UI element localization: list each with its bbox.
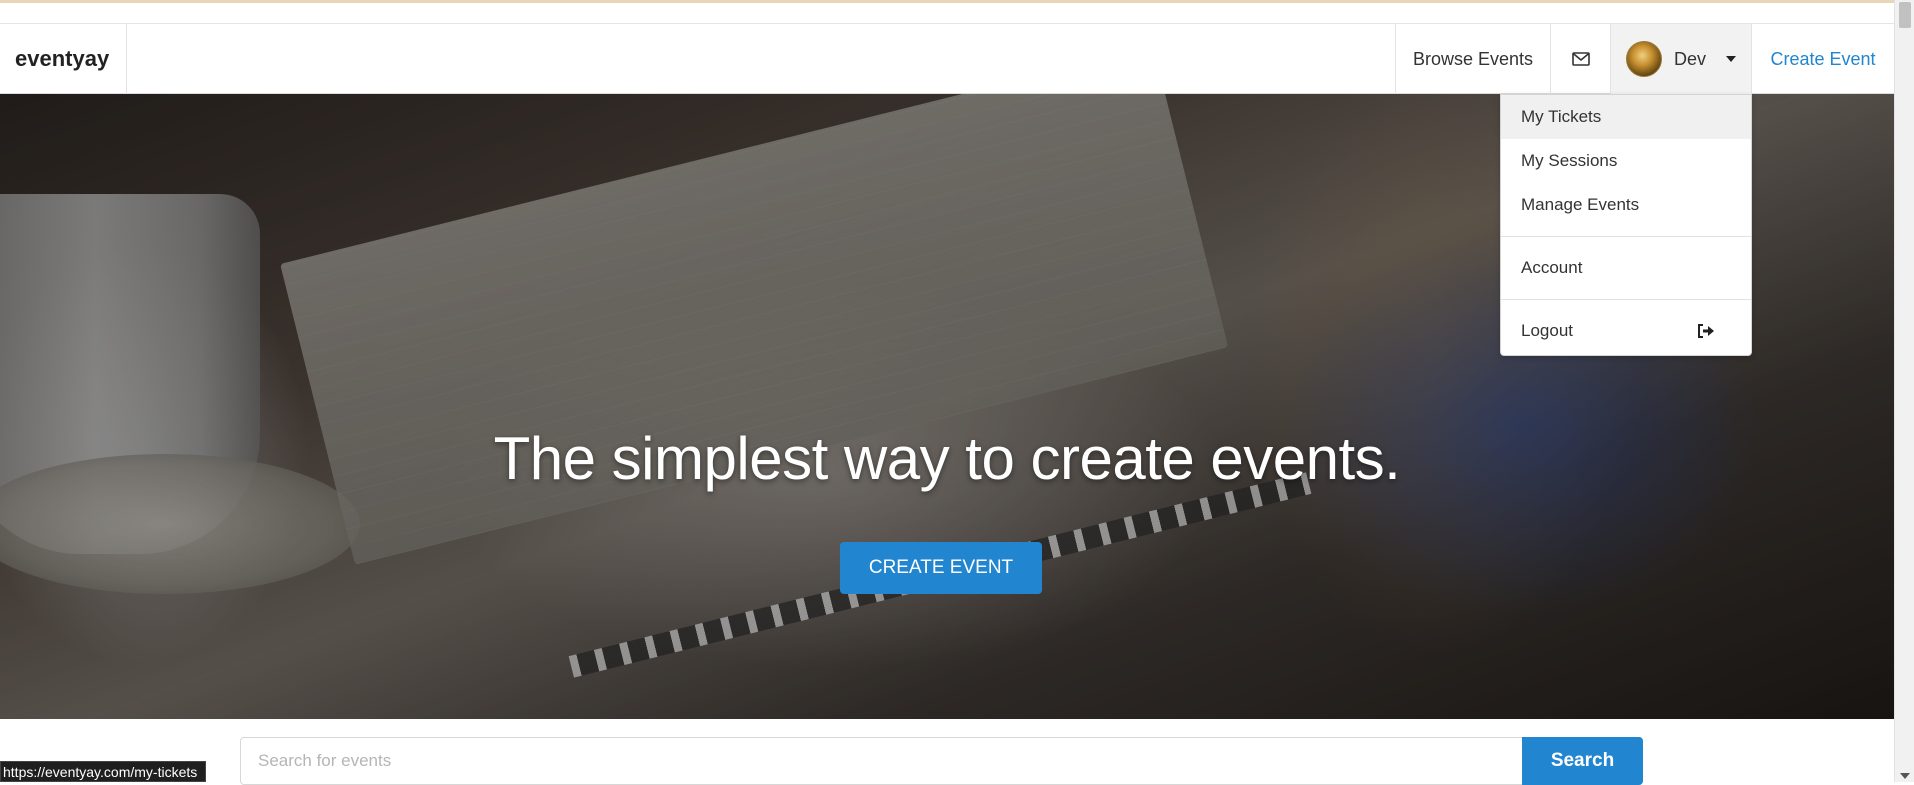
search-bar: Search bbox=[0, 719, 1894, 785]
brand-logo[interactable]: eventyay bbox=[0, 24, 127, 94]
search-input[interactable] bbox=[240, 737, 1524, 785]
menu-divider bbox=[1501, 299, 1751, 300]
menu-item-my-sessions[interactable]: My Sessions bbox=[1501, 139, 1751, 183]
page-scrollbar[interactable] bbox=[1894, 0, 1914, 782]
create-event-link[interactable]: Create Event bbox=[1752, 24, 1894, 94]
menu-item-manage-events[interactable]: Manage Events bbox=[1501, 183, 1751, 227]
user-name: Dev bbox=[1673, 48, 1706, 69]
caret-down-icon bbox=[1726, 56, 1736, 62]
sign-out-icon bbox=[1698, 324, 1714, 338]
scrollbar-down-arrow[interactable] bbox=[1900, 773, 1910, 779]
user-menu-toggle[interactable]: Dev bbox=[1610, 24, 1752, 94]
search-button[interactable]: Search bbox=[1522, 737, 1643, 785]
status-bar-url: https://eventyay.com/my-tickets bbox=[0, 761, 207, 782]
top-navbar: eventyay Browse Events Dev Create Event bbox=[0, 24, 1894, 94]
envelope-icon bbox=[1571, 52, 1590, 66]
hero-title: The simplest way to create events. bbox=[493, 425, 1401, 492]
user-dropdown-menu: My Tickets My Sessions Manage Events Acc… bbox=[1500, 94, 1752, 356]
create-event-button[interactable]: CREATE EVENT bbox=[840, 542, 1042, 594]
menu-divider bbox=[1501, 236, 1751, 237]
browse-events-link[interactable]: Browse Events bbox=[1395, 24, 1550, 94]
menu-item-logout[interactable]: Logout bbox=[1501, 309, 1751, 353]
notifications-link[interactable] bbox=[1550, 24, 1610, 94]
scrollbar-thumb[interactable] bbox=[1899, 2, 1911, 28]
menu-item-my-tickets[interactable]: My Tickets bbox=[1501, 95, 1751, 139]
menu-item-account[interactable]: Account bbox=[1501, 246, 1751, 290]
avatar bbox=[1625, 41, 1662, 77]
top-strip bbox=[0, 0, 1894, 24]
logout-label: Logout bbox=[1521, 321, 1573, 340]
